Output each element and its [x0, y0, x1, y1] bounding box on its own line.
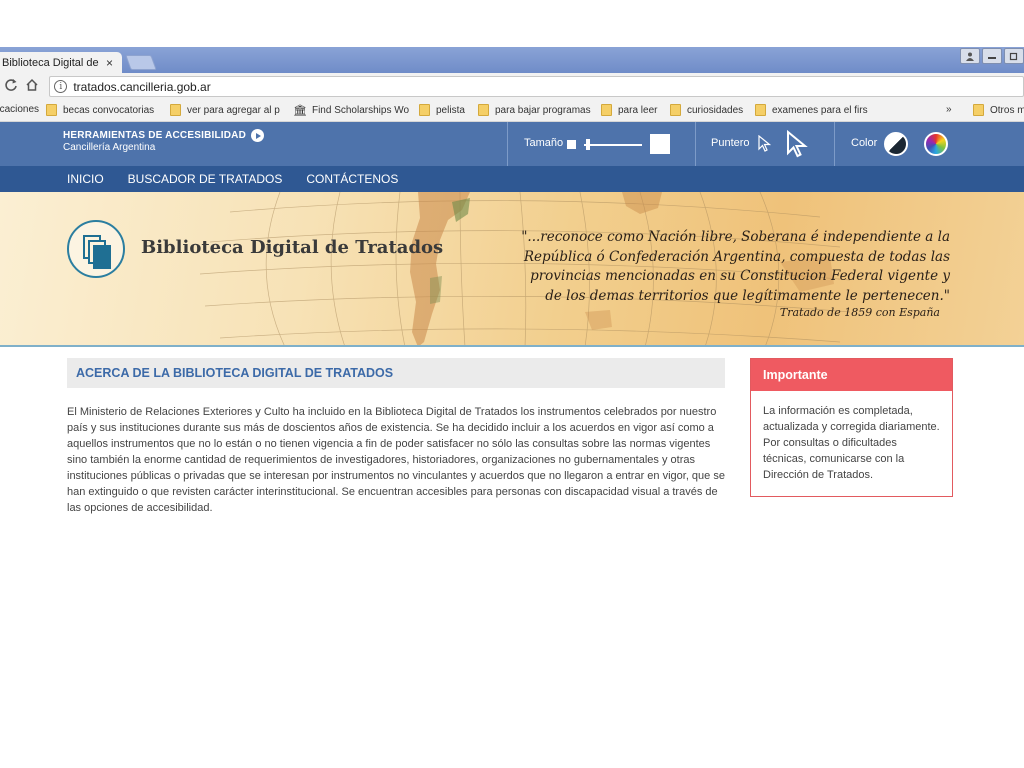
divider	[507, 122, 508, 166]
url-field[interactable]: i tratados.cancilleria.gob.ar	[49, 76, 1024, 97]
other-bookmarks[interactable]: Otros marcadores	[973, 104, 1024, 116]
minimize-icon[interactable]	[982, 48, 1002, 64]
bank-icon: 🏛	[293, 105, 307, 117]
divider	[834, 122, 835, 166]
nav-inicio[interactable]: INICIO	[67, 172, 104, 186]
bookmark-label: aplicaciones	[0, 104, 40, 115]
play-icon	[251, 129, 265, 142]
bookmark-label: Otros marcadores	[990, 104, 1024, 116]
bookmark-item[interactable]: ver para agregar al p	[170, 104, 280, 116]
bookmark-item[interactable]: examenes para el firs	[755, 104, 868, 116]
bookmark-item[interactable]: aplicaciones	[0, 104, 39, 115]
bookmark-item[interactable]: 🏛 Find Scholarships Wo	[293, 104, 409, 117]
bookmark-label: ver para agregar al p	[187, 104, 280, 116]
bookmark-item[interactable]: para bajar programas	[478, 104, 591, 116]
text-size-small-button[interactable]	[567, 140, 576, 149]
url-text: tratados.cancilleria.gob.ar	[73, 79, 211, 94]
bookmark-label: para bajar programas	[495, 104, 591, 116]
accessibility-title: HERRAMIENTAS DE ACCESIBILIDAD	[63, 130, 247, 141]
folder-icon	[170, 104, 181, 116]
notice-text: La información es completada, actualizad…	[763, 405, 940, 481]
notice-heading: Importante	[751, 359, 952, 391]
browser-tab-title: Biblioteca Digital de Tratados	[2, 57, 100, 69]
window-controls	[960, 48, 1024, 64]
bookmark-label: pelista	[436, 104, 465, 116]
text-size-slider[interactable]	[584, 144, 642, 146]
chevron-double-right-icon: »	[946, 104, 952, 115]
bookmark-label: examenes para el firs	[772, 104, 868, 116]
bookmark-label: becas convocatorias	[63, 104, 155, 116]
pointer-label: Puntero	[711, 137, 750, 149]
cursor-small-icon[interactable]	[758, 134, 772, 157]
accessibility-bar: HERRAMIENTAS DE ACCESIBILIDAD Cancillerí…	[0, 122, 1024, 166]
treaty-quote: "...reconoce como Nación libre, Soberana…	[521, 229, 950, 304]
bookmark-label: para leer	[618, 104, 658, 116]
folder-icon	[601, 104, 612, 116]
close-icon[interactable]: ×	[106, 56, 113, 70]
cursor-large-icon[interactable]	[786, 129, 808, 163]
bookmarks-bar: aplicaciones becas convocatorias ver par…	[0, 100, 1024, 122]
divider	[695, 122, 696, 166]
size-label: Tamaño	[524, 137, 564, 149]
color-wheel-icon[interactable]	[924, 132, 948, 156]
bookmark-label: curiosidades	[687, 104, 744, 116]
new-tab-button[interactable]	[125, 55, 157, 70]
reload-icon[interactable]	[0, 78, 22, 95]
folder-icon	[46, 104, 57, 116]
bookmark-item[interactable]: curiosidades	[670, 104, 743, 116]
accessibility-toggle[interactable]: HERRAMIENTAS DE ACCESIBILIDAD	[63, 129, 265, 142]
about-text: El Ministerio de Relaciones Exteriores y…	[67, 406, 725, 514]
folder-icon	[670, 104, 681, 116]
nav-buscador-de-tratados[interactable]: BUSCADOR DE TRATADOS	[128, 172, 283, 186]
browser-tabstrip: Biblioteca Digital de Tratados ×	[0, 47, 1024, 74]
contrast-icon[interactable]	[884, 132, 908, 156]
bookmark-item[interactable]: para leer	[601, 104, 657, 116]
slider-thumb[interactable]	[586, 139, 590, 150]
page: Biblioteca Digital de Tratados × i trata…	[0, 0, 1024, 768]
restore-icon[interactable]	[1004, 48, 1024, 64]
folder-icon	[478, 104, 489, 116]
folder-icon	[755, 104, 766, 116]
browser-tab[interactable]: Biblioteca Digital de Tratados ×	[0, 52, 122, 74]
text-size-large-button[interactable]	[650, 134, 670, 154]
info-icon[interactable]: i	[54, 80, 68, 93]
hero-banner: Biblioteca Digital de Tratados "...recon…	[0, 192, 1024, 347]
bookmark-label: Find Scholarships Wo	[311, 105, 410, 116]
bookmarks-overflow-button[interactable]: »	[946, 104, 952, 115]
accessibility-subtitle: Cancillería Argentina	[63, 142, 156, 153]
quote-source: Tratado de 1859 con España	[779, 306, 940, 319]
bookmark-item[interactable]: pelista	[419, 104, 465, 116]
address-bar: i tratados.cancilleria.gob.ar	[0, 73, 1024, 100]
biblioteca-logo[interactable]	[67, 220, 125, 278]
bookmark-item[interactable]: becas convocatorias	[46, 104, 154, 116]
home-icon[interactable]	[22, 78, 44, 95]
user-icon[interactable]	[960, 48, 980, 64]
nav-contactenos[interactable]: CONTÁCTENOS	[306, 172, 398, 186]
color-label: Color	[851, 137, 878, 149]
main-navigation: INICIO BUSCADOR DE TRATADOS CONTÁCTENOS	[0, 166, 1024, 192]
folder-icon	[973, 104, 984, 116]
banner-title: Biblioteca Digital de Tratados	[141, 237, 444, 258]
important-notice: Importante La información es completada,…	[750, 358, 953, 497]
folder-icon	[419, 104, 430, 116]
about-heading: ACERCA DE LA BIBLIOTECA DIGITAL DE TRATA…	[67, 358, 725, 388]
